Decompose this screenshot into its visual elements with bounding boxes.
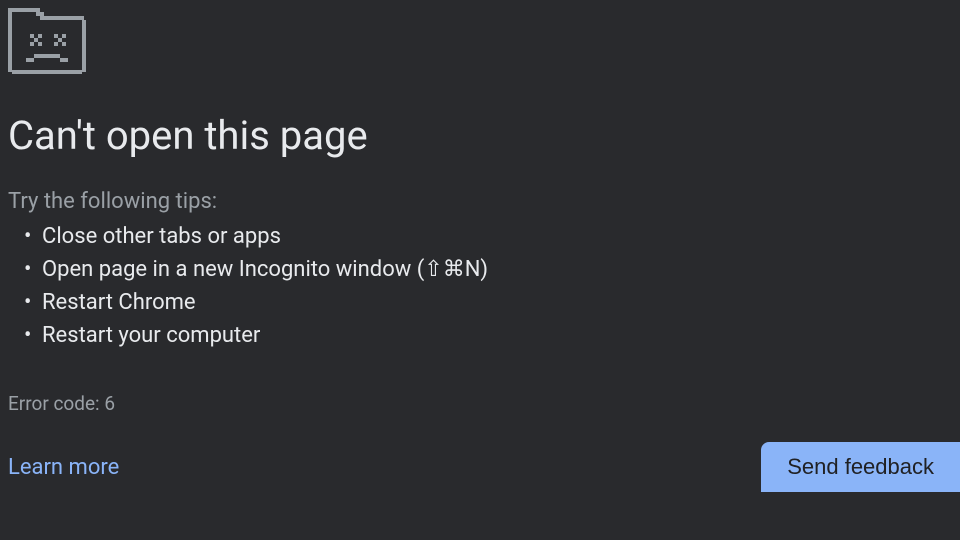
- list-item: Close other tabs or apps: [24, 220, 952, 253]
- tips-list: Close other tabs or apps Open page in a …: [8, 220, 952, 352]
- page-title: Can't open this page: [8, 112, 952, 159]
- learn-more-link[interactable]: Learn more: [8, 455, 119, 480]
- list-item: Open page in a new Incognito window (⇧⌘N…: [24, 253, 952, 286]
- sad-folder-icon: [8, 8, 86, 74]
- send-feedback-button[interactable]: Send feedback: [761, 442, 960, 492]
- list-item: Restart your computer: [24, 319, 952, 352]
- list-item: Restart Chrome: [24, 286, 952, 319]
- tips-intro: Try the following tips:: [8, 189, 952, 214]
- error-code: Error code: 6: [8, 392, 952, 415]
